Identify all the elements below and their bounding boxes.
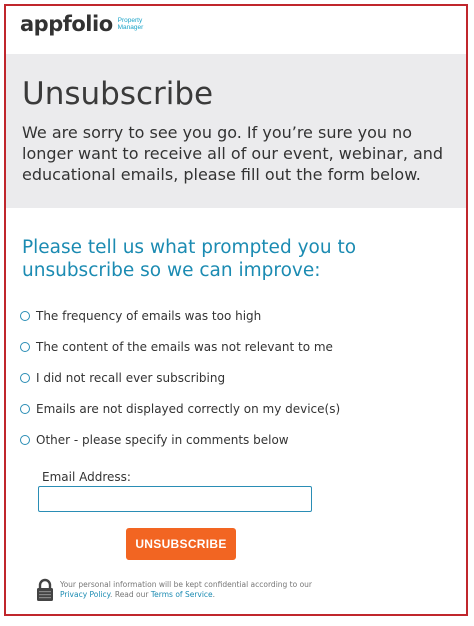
reason-option-frequency[interactable]: The frequency of emails was too high	[20, 300, 340, 331]
reason-option-other[interactable]: Other - please specify in comments below	[20, 424, 340, 455]
intro-banner: Unsubscribe We are sorry to see you go. …	[6, 54, 466, 208]
privacy-policy-link[interactable]: Privacy Policy	[60, 590, 110, 599]
intro-text: We are sorry to see you go. If you’re su…	[22, 123, 444, 184]
email-label: Email Address:	[42, 470, 131, 484]
page-title: Unsubscribe	[22, 76, 214, 112]
option-label: The frequency of emails was too high	[36, 308, 262, 323]
logo-tagline: Property Manager	[117, 17, 144, 31]
reason-option-content[interactable]: The content of the emails was not releva…	[20, 331, 340, 362]
radio-button[interactable]	[20, 341, 30, 352]
logo-wordmark: appfolio	[20, 12, 113, 36]
radio-button[interactable]	[20, 372, 30, 383]
option-label: The content of the emails was not releva…	[36, 339, 333, 354]
option-label: Emails are not displayed correctly on my…	[36, 401, 341, 416]
radio-button[interactable]	[20, 310, 30, 321]
form-question: Please tell us what prompted you to unsu…	[22, 237, 357, 281]
terms-of-service-link[interactable]: Terms of Service	[151, 590, 213, 599]
appfolio-logo[interactable]: appfolio Property Manager	[20, 12, 143, 36]
radio-button[interactable]	[20, 434, 30, 445]
option-label: Other - please specify in comments below	[36, 432, 289, 447]
reason-option-display[interactable]: Emails are not displayed correctly on my…	[20, 393, 340, 424]
email-field[interactable]	[38, 486, 312, 512]
unsubscribe-button[interactable]: UNSUBSCRIBE	[126, 528, 236, 560]
reason-option-not-subscribed[interactable]: I did not recall ever subscribing	[20, 362, 340, 393]
radio-button[interactable]	[20, 403, 30, 414]
header: appfolio Property Manager	[6, 6, 466, 54]
option-label: I did not recall ever subscribing	[36, 370, 226, 385]
lock-icon	[37, 578, 53, 601]
privacy-notice: Your personal information will be kept c…	[60, 580, 313, 599]
page-frame: appfolio Property Manager Unsubscribe We…	[4, 4, 468, 616]
reason-options: The frequency of emails was too high The…	[20, 300, 340, 455]
